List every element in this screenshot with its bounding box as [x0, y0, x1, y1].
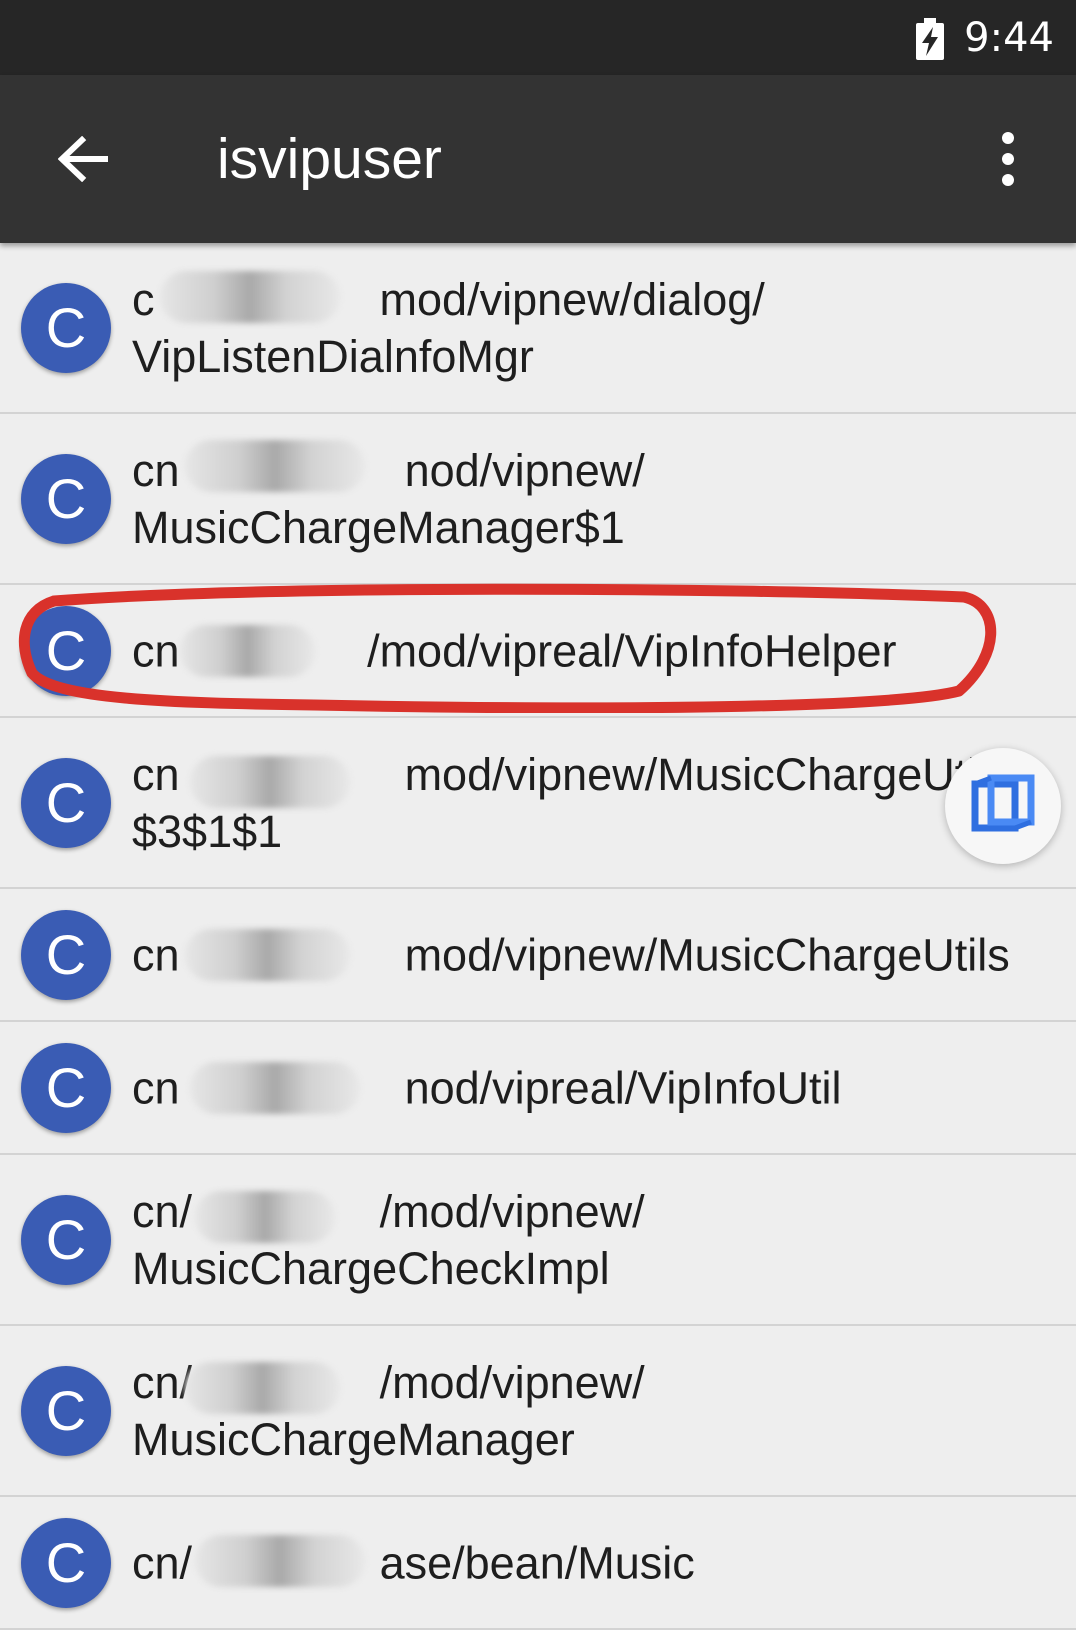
- list-item[interactable]: C cn /mod/vipreal/VipInfoHelper: [0, 585, 1076, 718]
- class-result-list: C c​ mod/vipnew/dialog/ VipListenDialnfo…: [0, 243, 1076, 1630]
- class-avatar: C: [21, 282, 111, 373]
- redaction-blur: [185, 1362, 340, 1414]
- overflow-menu-button[interactable]: [978, 117, 1038, 201]
- redaction-blur: [180, 625, 315, 677]
- list-item[interactable]: C cn mod/vipnew/MusicChargeUtils $3$1$1: [0, 718, 1076, 889]
- list-item[interactable]: C c​ mod/vipnew/dialog/ VipListenDialnfo…: [0, 243, 1076, 414]
- status-bar: 9:44: [0, 0, 1076, 75]
- list-item[interactable]: C cn nod/vipnew/ MusicChargeManager$1: [0, 414, 1076, 585]
- back-button[interactable]: [42, 117, 126, 201]
- class-avatar: C: [21, 1365, 111, 1456]
- redaction-blur: [195, 1191, 335, 1243]
- list-item[interactable]: C cn/ /mod/vipnew/ MusicChargeManager: [0, 1326, 1076, 1497]
- list-item[interactable]: C cn mod/vipnew/MusicChargeUtils: [0, 889, 1076, 1022]
- class-avatar: C: [21, 757, 111, 848]
- cube-icon: [971, 774, 1035, 832]
- app-bar: isvipuser: [0, 75, 1076, 243]
- redaction-blur: [190, 756, 350, 808]
- redaction-blur: [160, 271, 340, 323]
- redaction-blur: [195, 1535, 365, 1587]
- page-title: isvipuser: [217, 127, 442, 191]
- redaction-blur: [185, 929, 350, 981]
- redaction-blur: [190, 1062, 360, 1114]
- class-avatar: C: [21, 453, 111, 544]
- status-clock: 9:44: [964, 15, 1054, 61]
- floating-cube-button[interactable]: [945, 748, 1061, 864]
- class-avatar: C: [21, 1194, 111, 1285]
- redaction-blur: [185, 440, 365, 492]
- battery-charging-icon: [916, 18, 944, 60]
- class-avatar: C: [21, 1042, 111, 1133]
- arrow-left-icon: [58, 136, 108, 182]
- class-avatar: C: [21, 909, 111, 1000]
- class-avatar: C: [21, 605, 111, 696]
- list-item[interactable]: C cn/ ase/bean/Music: [0, 1497, 1076, 1630]
- class-avatar: C: [21, 1517, 111, 1608]
- list-item[interactable]: C cn/ /mod/vipnew/ MusicChargeCheckImpl: [0, 1155, 1076, 1326]
- more-vertical-icon: [1002, 132, 1014, 186]
- list-item[interactable]: C cn nod/vipreal/VipInfoUtil: [0, 1022, 1076, 1155]
